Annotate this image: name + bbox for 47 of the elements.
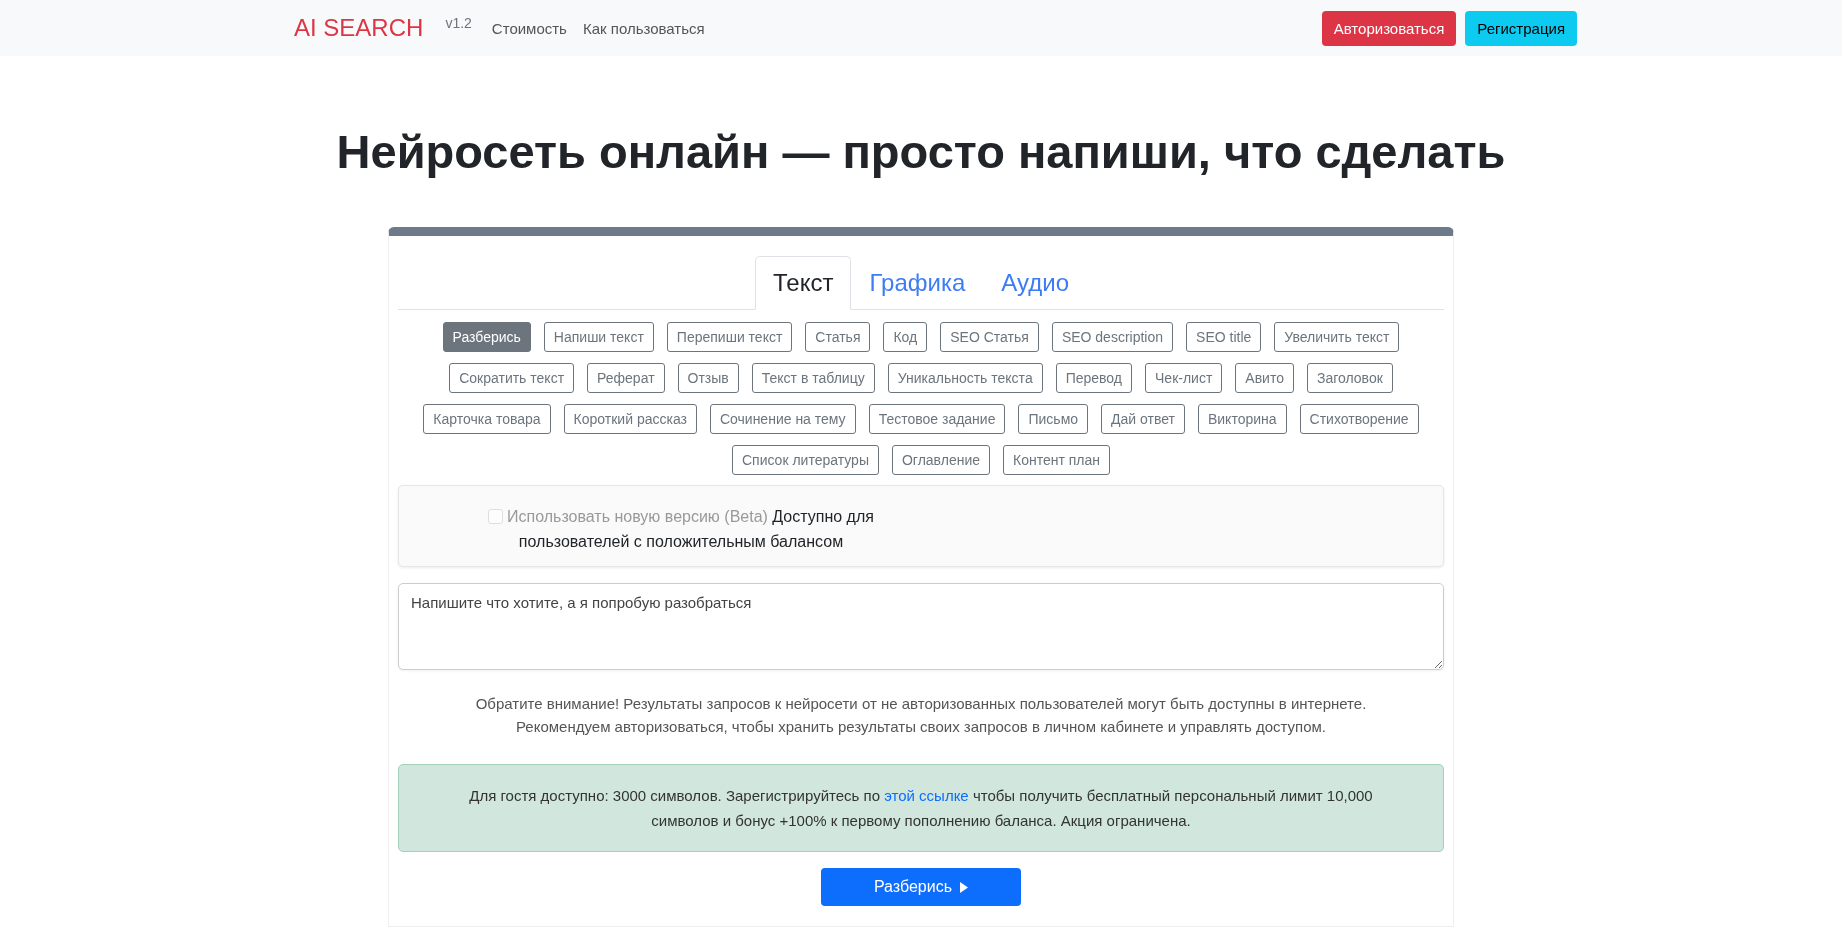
nav-link[interactable]: Как пользоваться — [582, 19, 705, 37]
page-heading: Нейросеть онлайн — просто напиши, что сделать — [335, 124, 1507, 179]
mode-button[interactable]: SEO description — [1051, 322, 1174, 352]
mode-button[interactable]: Короткий рассказ — [563, 404, 697, 434]
mode-button[interactable]: Список литературы — [731, 445, 879, 475]
mode-button[interactable]: Напиши текст — [543, 322, 654, 352]
mode-button[interactable]: Заголовок — [1307, 363, 1393, 393]
mode-button[interactable]: SEO title — [1186, 322, 1262, 352]
mode-button[interactable]: Сочинение на тему — [709, 404, 856, 434]
mode-button[interactable]: Текст в таблицу — [751, 363, 875, 393]
login-button[interactable]: Авторизоваться — [1321, 10, 1457, 46]
mode-button[interactable]: Отзыв — [677, 363, 739, 393]
mode-button[interactable]: Тестовое задание — [868, 404, 1006, 434]
register-button[interactable]: Регистрация — [1465, 10, 1577, 46]
mode-button[interactable]: Сократить текст — [449, 363, 575, 393]
nav-link[interactable]: Стоимость — [491, 19, 567, 37]
mode-button[interactable]: SEO Статья — [940, 322, 1039, 352]
prompt-field[interactable]: Напишите что хотите, а я попробую разобраться — [398, 583, 1444, 670]
mode-button[interactable]: Уникальность текста — [887, 363, 1043, 393]
mode-button[interactable]: Дай ответ — [1101, 404, 1185, 434]
mode-button[interactable]: Увеличить текст — [1274, 322, 1400, 352]
submit-button[interactable]: Разберись — [821, 868, 1021, 906]
mode-button[interactable]: Викторина — [1197, 404, 1287, 434]
brand-logo[interactable]: AI SEARCH — [294, 14, 424, 42]
mode-button[interactable]: Контент план — [1003, 445, 1111, 475]
signup-link[interactable]: этой ссылке — [884, 787, 969, 804]
tab[interactable]: Аудио — [983, 256, 1087, 310]
notice-text: Обратите внимание! Результаты запросов к нейросети от не авторизованных пользователей могут быть доступны в интернете. — [474, 694, 1368, 714]
mode-button[interactable]: Код — [883, 322, 928, 352]
mode-button[interactable]: Статья — [805, 322, 871, 352]
mode-button[interactable]: Стихотворение — [1299, 404, 1419, 434]
mode-button[interactable]: Перевод — [1055, 363, 1133, 393]
mode-button[interactable]: Карточка товара — [423, 404, 551, 434]
mode-button[interactable]: Реферат — [587, 363, 665, 393]
mode-button[interactable]: Оглавление — [891, 445, 991, 475]
mode-button[interactable]: Перепиши текст — [666, 322, 793, 352]
version-label: v1.2 — [445, 15, 472, 31]
mode-button[interactable]: Разберись — [442, 322, 531, 352]
checkbox-label: Использовать новую версию (Beta) Доступно для пользователей с положительным балансом — [507, 508, 874, 550]
play-triangle-icon — [960, 881, 969, 893]
mode-button[interactable]: Чек-лист — [1145, 363, 1223, 393]
mode-button[interactable]: Письмо — [1018, 404, 1089, 434]
tab[interactable]: Графика — [851, 256, 984, 310]
tab[interactable]: Текст — [755, 256, 852, 310]
guest-limit-alert: Для гостя доступно: 3000 символов. Зарегистрируйтесь по этой ссылке чтобы получить бесплатный персональный лимит 10,000 символов и бонус +100% к первому пополнению баланса. Акция ограничена. — [398, 764, 1444, 852]
mode-button[interactable]: Авито — [1235, 363, 1294, 393]
notice-text: Рекомендуем авторизоваться, чтобы хранить результаты своих запросов в личном кабинете и управлять доступом. — [515, 717, 1327, 737]
